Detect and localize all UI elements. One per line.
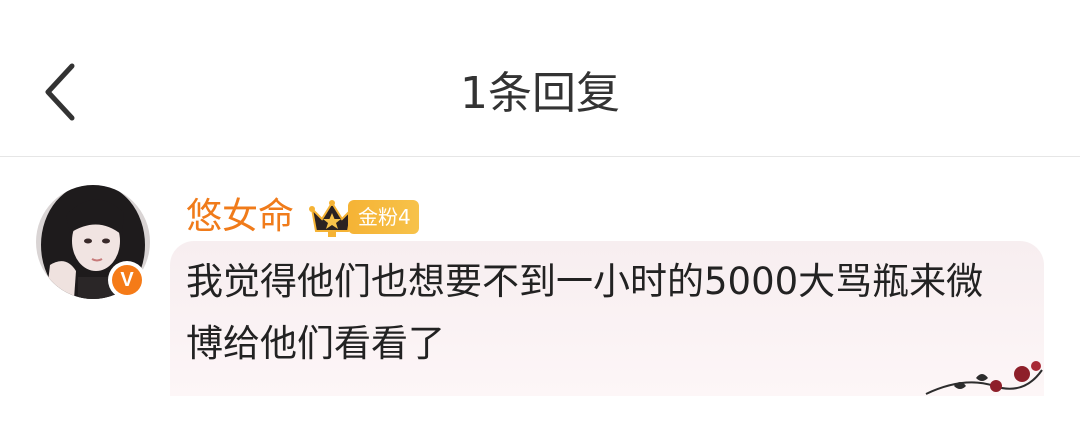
fan-badge-label: 金粉 xyxy=(358,205,399,229)
verified-badge: V xyxy=(108,261,146,299)
name-row: 悠女命 金粉 4 xyxy=(186,195,419,239)
fan-level-pill: 金粉 4 xyxy=(348,200,419,234)
comment-text: 我觉得他们也想要不到一小时的5000大骂瓶来微博给他们看看了 xyxy=(186,260,984,365)
fan-badge-level: 4 xyxy=(398,205,411,229)
comment-bubble[interactable]: 我觉得他们也想要不到一小时的5000大骂瓶来微博给他们看看了 xyxy=(170,241,1044,396)
top-bar: 1条回复 xyxy=(0,0,1080,156)
username[interactable]: 悠女命 xyxy=(186,195,294,239)
comment-item: V 悠女命 金粉 4 我觉得他们也想要不到一小时的5000大骂瓶来微博给他们看看… xyxy=(0,157,1080,448)
fan-badge[interactable]: 金粉 4 xyxy=(308,197,419,237)
rose-decoration-icon xyxy=(925,361,1043,395)
page-title: 1条回复 xyxy=(460,68,620,119)
verified-icon: V xyxy=(112,265,142,295)
